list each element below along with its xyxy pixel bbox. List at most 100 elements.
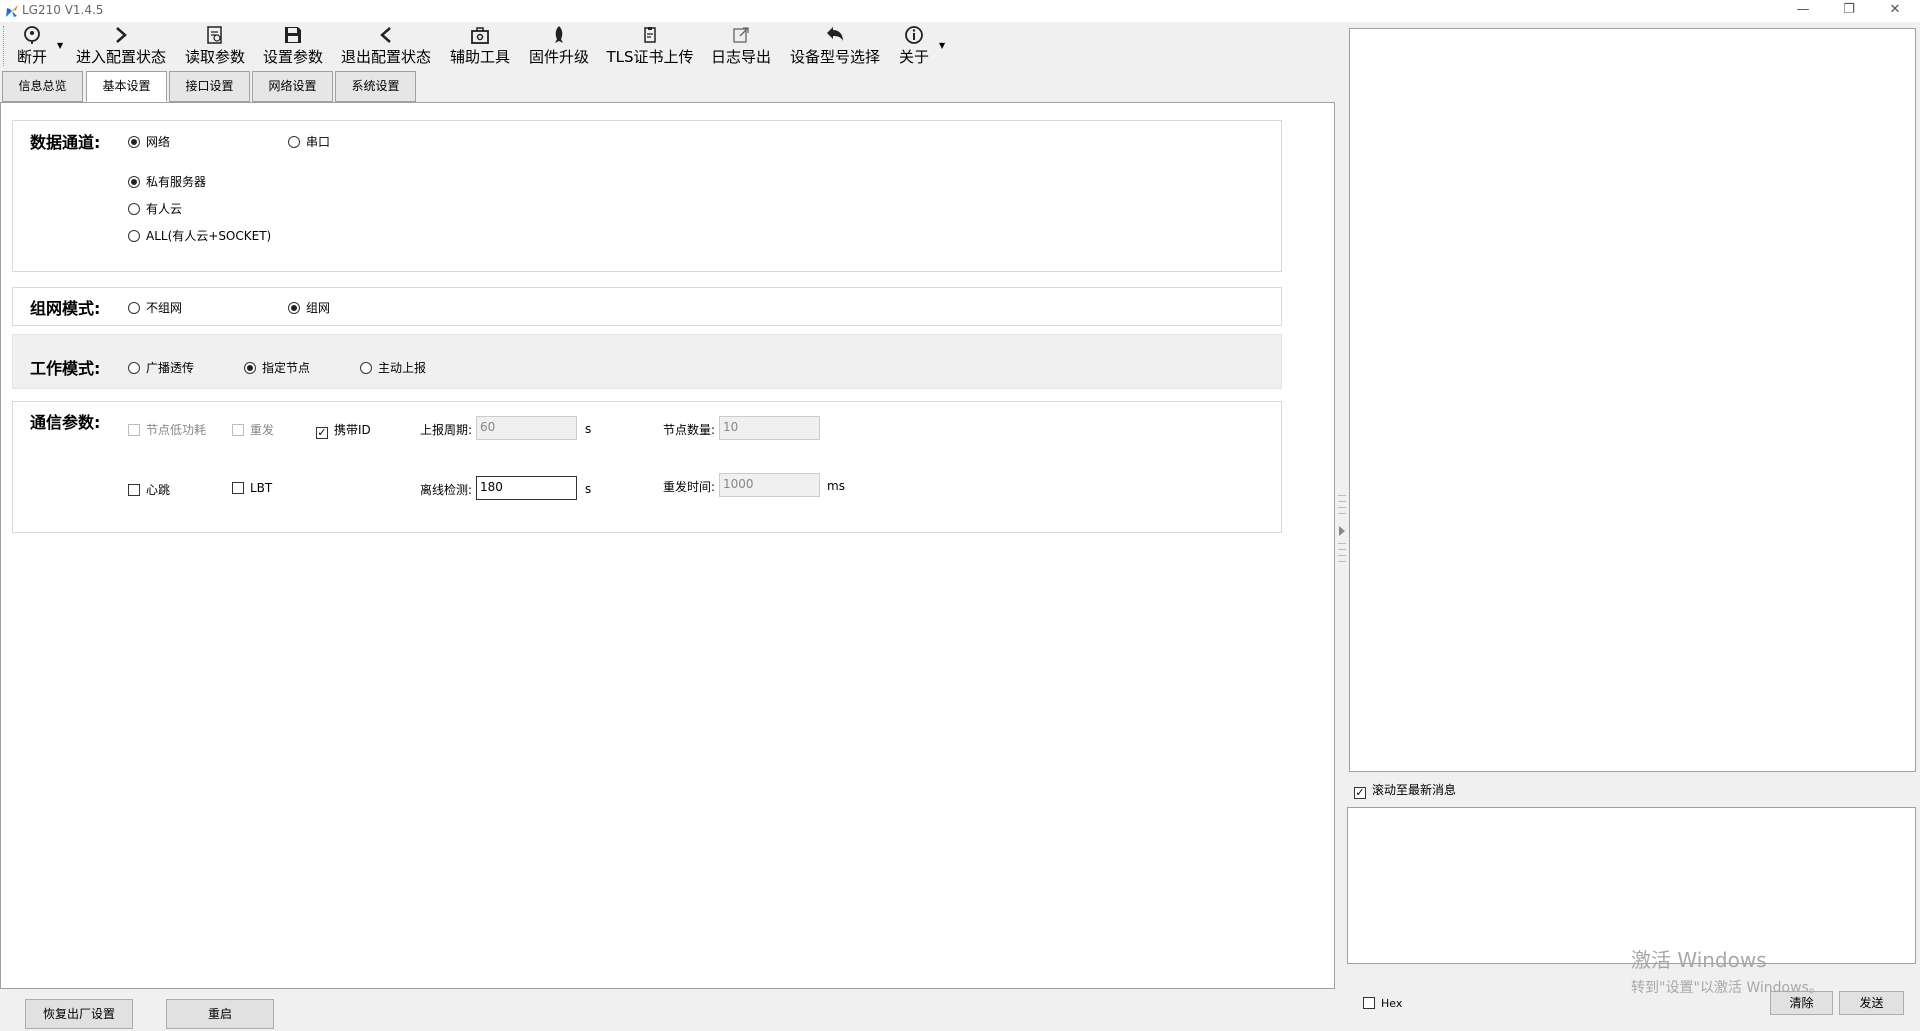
read-params-button[interactable]: 读取参数 [182,22,248,70]
location-pin-icon [24,26,40,44]
offline-detect-unit: s [585,482,592,496]
disconnect-dropdown-arrow[interactable]: ▼ [57,41,63,50]
tls-cert-upload-button[interactable]: TLS证书上传 [604,22,696,70]
radio-broadcast-transparent[interactable]: 广播透传 [128,359,194,376]
checkbox-hex[interactable]: Hex [1363,997,1402,1010]
node-count-input[interactable]: 10 [719,416,820,440]
checkbox-node-low-power[interactable]: 节点低功耗 [128,421,206,438]
radio-label: 组网 [306,301,331,315]
aux-tools-button[interactable]: 辅助工具 [447,22,513,70]
toolbar-label: 设置参数 [262,48,323,66]
toolbar-label: 日志导出 [710,48,771,66]
toolbar-grip [3,26,5,66]
resend-time-input[interactable]: 1000 [719,473,820,497]
log-export-button[interactable]: 日志导出 [708,22,774,70]
radio-network-mode[interactable]: 组网 [288,299,330,316]
radio-usr-cloud[interactable]: 有人云 [128,200,182,217]
work-mode-group: 工作模式: 广播透传 指定节点 主动上报 [12,334,1282,389]
tab-network-settings[interactable]: 网络设置 [252,71,333,102]
radio-indicator[interactable] [360,362,372,374]
checkbox-label: 重发 [250,423,275,437]
device-model-select-button[interactable]: 设备型号选择 [786,22,884,70]
enter-config-button[interactable]: 进入配置状态 [72,22,170,70]
checkbox-indicator[interactable] [232,424,244,436]
basic-settings-panel: 数据通道: 网络 串口 私有服务器 有人云 ALL(有人云+SOCKET) 组网… [0,102,1335,989]
set-params-button[interactable]: 设置参数 [260,22,326,70]
checkbox-indicator[interactable] [232,482,244,494]
toolbar-label: 关于 [898,48,929,66]
node-count-label: 节点数量: [663,423,716,437]
read-document-icon [207,26,222,44]
message-log-area[interactable] [1349,28,1916,772]
restore-button[interactable]: ❐ [1826,0,1872,22]
close-button[interactable]: ✕ [1872,0,1918,22]
checkmark-icon[interactable]: ✓ [1354,787,1366,799]
splitter-grip-line [1338,549,1346,550]
radio-active-report[interactable]: 主动上报 [360,359,426,376]
offline-detect-label: 离线检测: [420,483,473,497]
report-period-unit: s [585,422,592,436]
info-icon [905,26,923,44]
about-button[interactable]: 关于 [896,22,932,70]
panel-splitter[interactable] [1338,495,1346,569]
checkbox-lbt[interactable]: LBT [232,481,272,495]
radio-indicator[interactable] [128,362,140,374]
export-icon [733,27,749,43]
radio-serial[interactable]: 串口 [288,133,330,150]
comm-params-group: 通信参数: 节点低功耗 重发 ✓ 携带ID 上报周期: 60 s 节点数量: 10… [12,401,1282,533]
comm-params-title: 通信参数: [30,413,101,432]
radio-private-server[interactable]: 私有服务器 [128,173,206,190]
radio-no-network[interactable]: 不组网 [128,299,182,316]
tab-basic-settings[interactable]: 基本设置 [86,71,167,102]
toolbar-overflow-arrow[interactable]: ▼ [939,41,945,50]
toolbar-label: 退出配置状态 [340,48,431,66]
radio-all-cloud-socket[interactable]: ALL(有人云+SOCKET) [128,227,271,244]
checkbox-indicator[interactable] [1363,997,1375,1009]
radio-indicator[interactable] [128,302,140,314]
radio-indicator[interactable] [128,176,140,188]
radio-indicator[interactable] [244,362,256,374]
radio-specified-node[interactable]: 指定节点 [244,359,310,376]
toolbar-label: 读取参数 [184,48,245,66]
radio-label: 指定节点 [262,361,311,375]
radio-label: ALL(有人云+SOCKET) [146,229,272,243]
checkmark-icon[interactable]: ✓ [316,427,328,439]
checkbox-indicator[interactable] [128,424,140,436]
splitter-grip-line [1338,507,1346,508]
checkbox-heartbeat[interactable]: 心跳 [128,481,170,498]
report-period-input[interactable]: 60 [476,416,577,440]
radio-indicator[interactable] [128,136,140,148]
radio-indicator[interactable] [288,136,300,148]
radio-label: 网络 [146,135,171,149]
tab-system-settings[interactable]: 系统设置 [335,71,416,102]
expand-arrow-icon[interactable] [1339,526,1345,536]
checkbox-resend[interactable]: 重发 [232,421,274,438]
tab-info-overview[interactable]: 信息总览 [2,71,83,102]
offline-detect-input[interactable]: 180 [476,476,577,500]
send-button[interactable]: 发送 [1839,991,1904,1015]
checkbox-carry-id[interactable]: ✓ 携带ID [316,421,371,439]
splitter-grip-line [1338,555,1346,556]
firmware-upgrade-button[interactable]: 固件升级 [526,22,592,70]
checkbox-auto-scroll[interactable]: ✓ 滚动至最新消息 [1354,781,1456,799]
exit-config-button[interactable]: 退出配置状态 [337,22,435,70]
disconnect-button[interactable]: 断开 [14,22,50,70]
splitter-grip-line [1338,543,1346,544]
radio-network[interactable]: 网络 [128,133,170,150]
radio-indicator[interactable] [128,230,140,242]
send-input-area[interactable] [1347,807,1916,964]
toolbar-label: 固件升级 [528,48,589,66]
toolbar-label: 辅助工具 [449,48,510,66]
radio-indicator[interactable] [128,203,140,215]
title-bar: LG210 V1.4.5 — ❐ ✕ [0,0,1920,22]
tab-interface-settings[interactable]: 接口设置 [169,71,250,102]
checkbox-indicator[interactable] [128,484,140,496]
factory-reset-button[interactable]: 恢复出厂设置 [25,999,133,1029]
minimize-button[interactable]: — [1780,0,1826,22]
window-title: LG210 V1.4.5 [22,3,104,17]
restart-button[interactable]: 重启 [166,999,274,1029]
report-period-label: 上报周期: [420,423,473,437]
radio-label: 不组网 [146,301,183,315]
radio-indicator[interactable] [288,302,300,314]
certificate-icon [644,27,656,43]
